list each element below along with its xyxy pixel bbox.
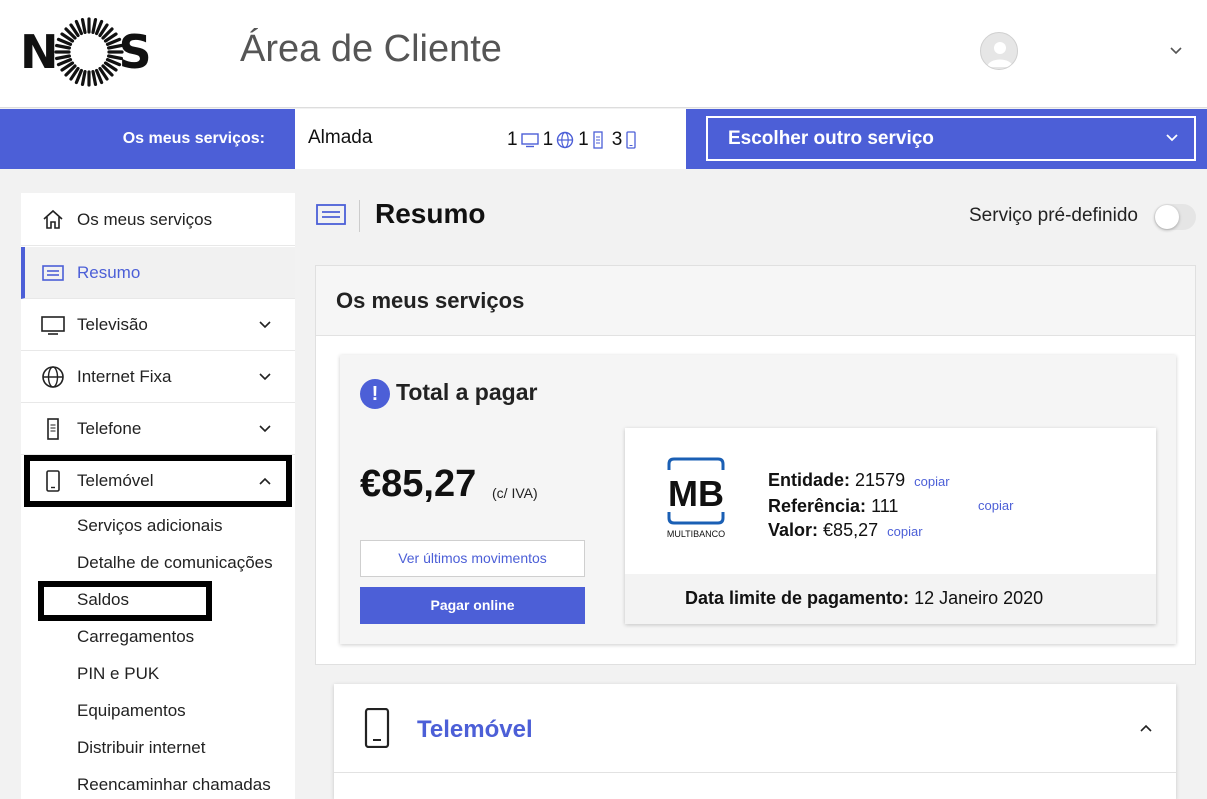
header: N S Área de Cliente (0, 0, 1207, 108)
payment-deadline: Data limite de pagamento: 12 Janeiro 202… (685, 588, 1043, 609)
submenu-item-top-ups[interactable]: Carregamentos (77, 627, 194, 647)
choose-service-label: Escolher outro serviço (728, 128, 934, 149)
sidebar-item-label: Telemóvel (77, 471, 154, 490)
copy-entidade-link[interactable]: copiar (914, 474, 949, 489)
submenu-item-balances[interactable]: Saldos (77, 590, 129, 610)
logo-letter-s: S (118, 25, 152, 79)
referencia-value: 111 (871, 496, 899, 516)
logo-sun-icon (53, 17, 124, 87)
chevron-down-icon (259, 372, 271, 380)
chevron-down-icon[interactable] (1166, 40, 1186, 60)
multibanco-logo: MB MULTIBANCO (667, 457, 725, 539)
payment-deadline-bar: Data limite de pagamento: 12 Janeiro 202… (625, 574, 1156, 624)
copy-referencia-link[interactable]: copiar (978, 498, 1013, 513)
alert-icon: ! (360, 379, 390, 409)
service-counts: 1 1 1 3 (507, 129, 641, 151)
nos-logo[interactable]: N S (20, 16, 152, 88)
tv-icon (41, 315, 65, 335)
summary-icon (42, 264, 64, 281)
submenu-item-call-forwarding[interactable]: Reencaminhar chamadas (77, 775, 271, 795)
total-to-pay-title: Total a pagar (396, 379, 538, 405)
globe-icon (556, 131, 574, 149)
deadline-value: 12 Janeiro 2020 (914, 588, 1044, 608)
mobile-section-card[interactable]: Telemóvel (334, 684, 1176, 799)
mb-logo-caption: MULTIBANCO (667, 529, 725, 539)
total-amount: €85,27 (360, 463, 477, 505)
sidebar-nav: Os meus serviços Resumo Televisão Intern… (21, 193, 295, 799)
submenu-item-pin-puk[interactable]: PIN e PUK (77, 664, 159, 684)
chevron-down-icon (1166, 134, 1178, 142)
chevron-up-icon (259, 477, 271, 485)
mobile-count: 3 (611, 129, 623, 150)
panel-header: Os meus serviços (316, 266, 1195, 336)
sidebar-item-mobile[interactable]: Telemóvel (21, 455, 295, 507)
mobile-phone-icon (626, 131, 636, 149)
sidebar-item-label: Telefone (77, 418, 142, 438)
mobile-phone-icon (364, 708, 390, 748)
pay-online-button[interactable]: Pagar online (360, 587, 585, 624)
tv-icon (520, 133, 539, 148)
entidade-label: Entidade: (768, 470, 851, 490)
valor-line: Valor: €85,27 copiar (768, 518, 950, 544)
sidebar-item-my-services[interactable]: Os meus serviços (21, 194, 295, 246)
current-service-name: Almada (308, 127, 373, 148)
deadline-label: Data limite de pagamento: (685, 588, 910, 608)
multibanco-card: MB MULTIBANCO Entidade: 21579 copiar Ref… (625, 428, 1156, 624)
mobile-section-title: Telemóvel (417, 716, 533, 743)
page-title: Resumo (375, 198, 486, 229)
choose-service-select[interactable]: Escolher outro serviço (706, 116, 1196, 161)
entidade-line: Entidade: 21579 copiar (768, 468, 950, 494)
chevron-up-icon[interactable] (1138, 720, 1154, 736)
tv-count: 1 (507, 129, 518, 150)
entidade-value: 21579 (855, 470, 906, 490)
mb-details: Entidade: 21579 copiar Referência: 111 V… (768, 468, 950, 544)
referencia-label: Referência: (768, 496, 867, 516)
chevron-down-icon (259, 320, 271, 328)
section-divider (334, 772, 1176, 773)
valor-label: Valor: (768, 520, 819, 540)
default-service-label: Serviço pré-definido (969, 205, 1138, 226)
iva-note: (c/ IVA) (492, 485, 538, 501)
mb-logo-text: MB (668, 473, 724, 514)
referencia-line: Referência: 111 (768, 494, 950, 518)
toggle-knob (1155, 205, 1179, 229)
submenu-item-communications-detail[interactable]: Detalhe de comunicações (77, 553, 273, 573)
landline-phone-icon (47, 417, 59, 440)
phone-count: 1 (578, 129, 589, 150)
submenu-item-share-internet[interactable]: Distribuir internet (77, 738, 206, 758)
page-heading: Área de Cliente (240, 28, 502, 70)
payment-card: ! Total a pagar €85,27 (c/ IVA) Ver últi… (340, 355, 1176, 644)
service-bar: Os meus serviços: Almada 1 1 1 3 Escolhe… (0, 109, 1207, 169)
user-avatar-icon[interactable] (980, 32, 1018, 70)
sidebar-item-internet[interactable]: Internet Fixa (21, 351, 295, 403)
sidebar-item-phone[interactable]: Telefone (21, 403, 295, 455)
last-movements-button[interactable]: Ver últimos movimentos (360, 540, 585, 577)
submenu-item-additional-services[interactable]: Serviços adicionais (77, 516, 223, 536)
panel-title: Os meus serviços (336, 288, 525, 313)
internet-count: 1 (542, 129, 554, 150)
submenu-item-equipment[interactable]: Equipamentos (77, 701, 186, 721)
landline-phone-icon (593, 131, 603, 149)
service-bar-label: Os meus serviços: (122, 130, 265, 147)
sidebar-item-label: Os meus serviços (77, 209, 213, 229)
current-service[interactable]: Almada 1 1 1 3 (295, 109, 686, 169)
globe-icon (42, 365, 64, 388)
sidebar-item-summary[interactable]: Resumo (21, 247, 295, 299)
summary-icon (316, 204, 346, 225)
sidebar-item-label: Resumo (77, 262, 141, 282)
title-divider (359, 200, 360, 232)
default-service-toggle[interactable] (1154, 204, 1196, 230)
chevron-down-icon (259, 424, 271, 432)
sidebar-item-label: Televisão (77, 314, 148, 334)
copy-valor-link[interactable]: copiar (887, 524, 922, 539)
home-icon (43, 209, 63, 229)
sidebar-item-tv[interactable]: Televisão (21, 299, 295, 351)
sidebar-item-label: Internet Fixa (77, 366, 172, 386)
valor-value: €85,27 (823, 520, 879, 540)
mobile-phone-icon (46, 470, 60, 492)
